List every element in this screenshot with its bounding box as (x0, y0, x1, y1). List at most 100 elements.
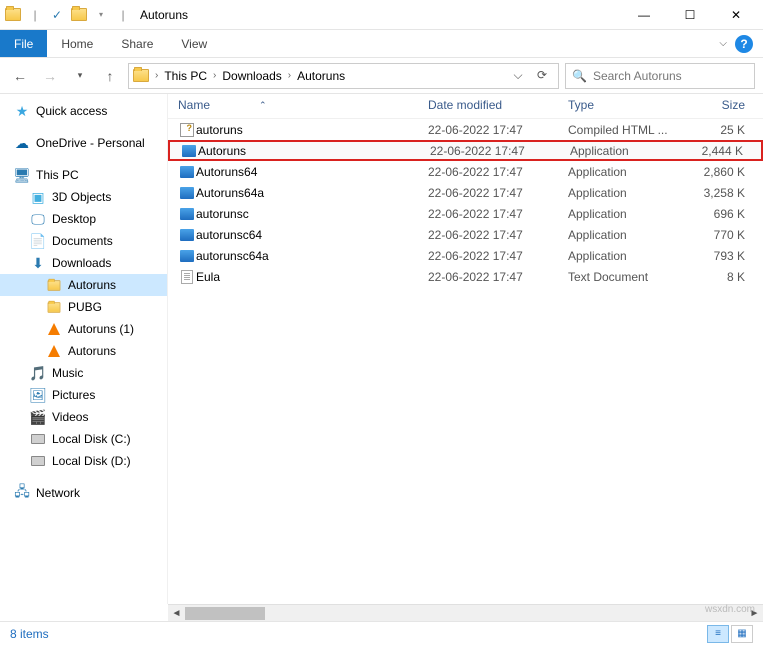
monitor-icon: 🖥 (14, 167, 30, 183)
file-type: Application (568, 165, 694, 179)
address-dropdown-icon[interactable]: ⌵ (506, 68, 530, 83)
horizontal-scrollbar[interactable]: ◄ ► (168, 604, 763, 621)
back-button[interactable]: ← (8, 64, 32, 88)
file-size: 3,258 K (694, 186, 757, 200)
breadcrumb-box[interactable]: › This PC › Downloads › Autoruns ⌵ ⟳ (128, 63, 559, 89)
folder-icon (70, 6, 88, 24)
nav-pubg-folder[interactable]: PUBG (0, 296, 167, 318)
nav-desktop[interactable]: 🖵Desktop (0, 208, 167, 230)
search-input[interactable]: 🔍 Search Autoruns (565, 63, 755, 89)
nav-quick-access[interactable]: ★Quick access (0, 100, 167, 122)
maximize-button[interactable]: ☐ (667, 0, 713, 30)
file-type: Text Document (568, 270, 694, 284)
file-row[interactable]: Autoruns6422-06-2022 17:47Application2,8… (168, 161, 763, 182)
details-view-button[interactable]: ≡ (707, 625, 729, 643)
file-list-pane: Name⌃ Date modified Type Size autoruns22… (168, 94, 763, 604)
chevron-right-icon[interactable]: › (288, 70, 291, 81)
breadcrumb-downloads[interactable]: Downloads (222, 69, 281, 83)
nav-autoruns-folder[interactable]: Autoruns (0, 274, 167, 296)
minimize-button[interactable]: — (621, 0, 667, 30)
item-count: 8 items (10, 627, 49, 641)
thumbnails-view-button[interactable]: ▦ (731, 625, 753, 643)
nav-music[interactable]: 🎵Music (0, 362, 167, 384)
scroll-thumb[interactable] (185, 607, 265, 620)
nav-disk-d[interactable]: Local Disk (D:) (0, 450, 167, 472)
qat-separator: | (26, 6, 44, 24)
column-headers: Name⌃ Date modified Type Size (168, 94, 763, 119)
help-icon[interactable]: ? (735, 35, 753, 53)
file-row[interactable]: Eula22-06-2022 17:47Text Document8 K (168, 266, 763, 287)
nav-autoruns-file[interactable]: Autoruns (0, 340, 167, 362)
file-size: 25 K (694, 123, 757, 137)
file-type-icon (178, 250, 196, 262)
file-name: autorunsc64 (196, 228, 428, 242)
scroll-left-button[interactable]: ◄ (168, 605, 185, 622)
nav-3d-objects[interactable]: ▣3D Objects (0, 186, 167, 208)
tab-file[interactable]: File (0, 30, 47, 57)
file-row[interactable]: Autoruns22-06-2022 17:47Application2,444… (168, 140, 763, 161)
file-row[interactable]: autoruns22-06-2022 17:47Compiled HTML ..… (168, 119, 763, 140)
network-icon: 🖧 (14, 485, 30, 501)
file-date: 22-06-2022 17:47 (428, 186, 568, 200)
star-icon: ★ (14, 103, 30, 119)
file-size: 770 K (694, 228, 757, 242)
tab-share[interactable]: Share (107, 32, 167, 56)
nav-disk-c[interactable]: Local Disk (C:) (0, 428, 167, 450)
chevron-right-icon[interactable]: › (155, 70, 158, 81)
file-row[interactable]: autorunsc6422-06-2022 17:47Application77… (168, 224, 763, 245)
vlc-icon (46, 343, 62, 359)
pictures-icon: 🖼 (30, 387, 46, 403)
up-button[interactable]: ↑ (98, 64, 122, 88)
nav-documents[interactable]: 📄Documents (0, 230, 167, 252)
file-date: 22-06-2022 17:47 (428, 207, 568, 221)
main-content: ★Quick access ☁OneDrive - Personal 🖥This… (0, 94, 763, 604)
column-type[interactable]: Type (568, 98, 694, 112)
file-name: Eula (196, 270, 428, 284)
search-placeholder: Search Autoruns (593, 69, 682, 83)
file-date: 22-06-2022 17:47 (428, 270, 568, 284)
scroll-track[interactable] (185, 605, 746, 622)
breadcrumb-root[interactable]: This PC (164, 69, 207, 83)
file-row[interactable]: autorunsc64a22-06-2022 17:47Application7… (168, 245, 763, 266)
ribbon-tabs: File Home Share View ⌵ ? (0, 30, 763, 58)
file-row[interactable]: autorunsc22-06-2022 17:47Application696 … (168, 203, 763, 224)
folder-icon (46, 299, 62, 315)
search-icon: 🔍 (572, 69, 587, 83)
cube-icon: ▣ (30, 189, 46, 205)
file-date: 22-06-2022 17:47 (430, 144, 570, 158)
tab-view[interactable]: View (167, 32, 221, 56)
column-size[interactable]: Size (694, 98, 757, 112)
status-bar: 8 items ≡ ▦ (0, 621, 763, 645)
column-name[interactable]: Name⌃ (178, 98, 428, 112)
file-type: Application (568, 207, 694, 221)
chevron-right-icon[interactable]: › (213, 70, 216, 81)
file-name: autorunsc64a (196, 249, 428, 263)
file-type: Application (568, 249, 694, 263)
file-type-icon (178, 123, 196, 137)
nav-this-pc[interactable]: 🖥This PC (0, 164, 167, 186)
file-row[interactable]: Autoruns64a22-06-2022 17:47Application3,… (168, 182, 763, 203)
folder-icon (4, 6, 22, 24)
watermark: wsxdn.com (705, 604, 755, 615)
nav-videos[interactable]: 🎬Videos (0, 406, 167, 428)
nav-onedrive[interactable]: ☁OneDrive - Personal (0, 132, 167, 154)
nav-downloads[interactable]: ⬇Downloads (0, 252, 167, 274)
ribbon-expand-icon[interactable]: ⌵ (719, 38, 727, 49)
close-button[interactable]: ✕ (713, 0, 759, 30)
file-type: Application (570, 144, 696, 158)
qat-dropdown-icon[interactable]: ▾ (92, 6, 110, 24)
check-icon[interactable]: ✓ (48, 6, 66, 24)
nav-network[interactable]: 🖧Network (0, 482, 167, 504)
desktop-icon: 🖵 (30, 211, 46, 227)
nav-pictures[interactable]: 🖼Pictures (0, 384, 167, 406)
nav-autoruns1-file[interactable]: Autoruns (1) (0, 318, 167, 340)
folder-icon (133, 69, 149, 82)
tab-home[interactable]: Home (47, 32, 107, 56)
file-size: 696 K (694, 207, 757, 221)
column-date[interactable]: Date modified (428, 98, 568, 112)
forward-button[interactable]: → (38, 64, 62, 88)
refresh-button[interactable]: ⟳ (530, 68, 554, 83)
recent-dropdown[interactable]: ▾ (68, 64, 92, 88)
breadcrumb-autoruns[interactable]: Autoruns (297, 69, 345, 83)
title-bar: | ✓ ▾ | Autoruns — ☐ ✕ (0, 0, 763, 30)
